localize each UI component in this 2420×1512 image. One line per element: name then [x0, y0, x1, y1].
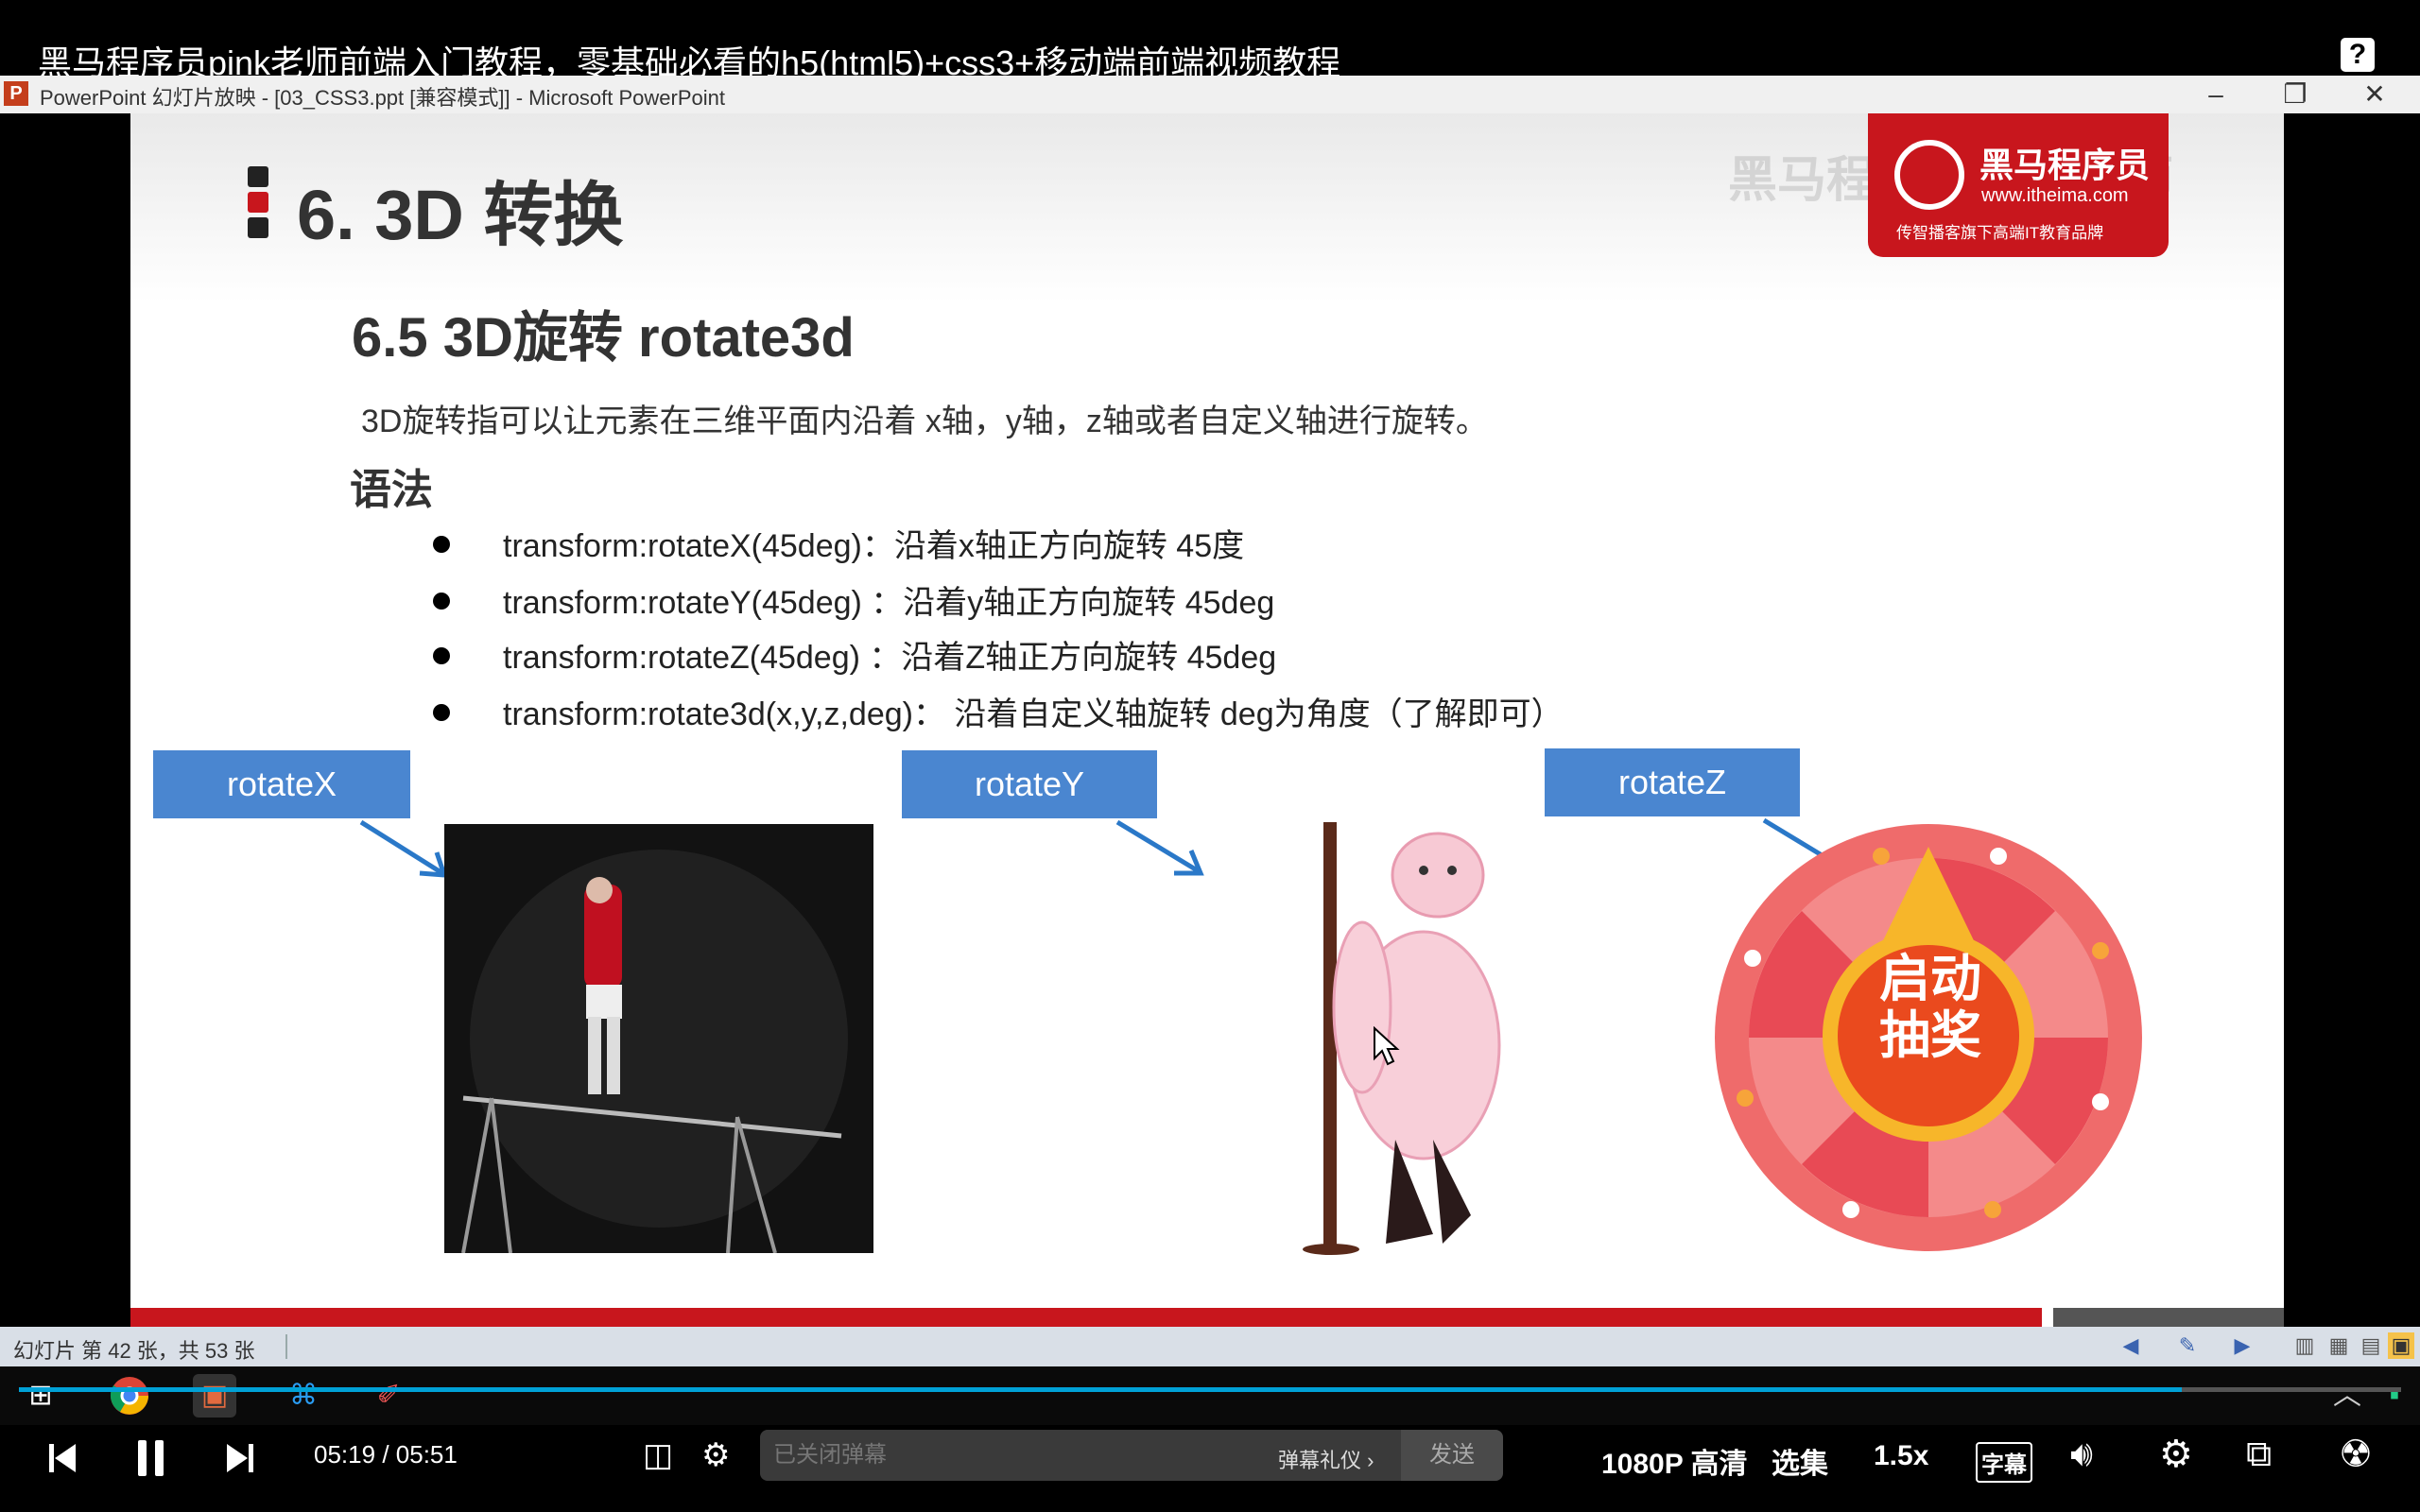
total-time: 05:51: [395, 1440, 458, 1469]
bullet-dot-icon: [433, 536, 450, 554]
notes-icon[interactable]: ✎: [2174, 1332, 2201, 1359]
subtitle-button[interactable]: 字幕: [1976, 1442, 2032, 1483]
current-time: 05:19: [314, 1440, 376, 1469]
slide-footer-dark-bar: [2053, 1308, 2284, 1327]
itheima-logo: 黑马程序员 www.itheima.com 传智播客旗下高端IT教育品牌: [1868, 113, 2169, 257]
slide-counter: 幻灯片 第 42 张，共 53 张: [13, 1339, 255, 1363]
gymnast-image: [444, 824, 873, 1253]
progress-bar[interactable]: [19, 1387, 2401, 1392]
slideshow-view-icon[interactable]: ▣: [2388, 1332, 2414, 1359]
slide-sorter-icon[interactable]: ▦: [2325, 1332, 2352, 1359]
rotatez-label-box: rotateZ: [1545, 748, 1800, 816]
status-divider: [285, 1334, 287, 1359]
heading-marker-icon: [248, 166, 268, 238]
slide-description: 3D旋转指可以让元素在三维平面内沿着 x轴，y轴，z轴或者自定义轴进行旋转。: [361, 404, 1488, 439]
mouse-cursor-icon: [1374, 1026, 1400, 1066]
progress-fill: [19, 1387, 2183, 1392]
bullet-dot-icon: [433, 704, 450, 722]
gymnast-illustration: [444, 824, 873, 1253]
help-icon[interactable]: ?: [2341, 38, 2375, 72]
ppt-titlebar: P PowerPoint 幻灯片放映 - [03_CSS3.ppt [兼容模式]…: [0, 76, 2420, 113]
syntax-title: 语法: [350, 467, 433, 513]
ppt-status-bar: 幻灯片 第 42 张，共 53 张 ◀ ✎ ▶ ▥ ▦ ▤ ▣: [0, 1327, 2420, 1366]
picture-in-picture-icon[interactable]: ⧉: [2246, 1435, 2272, 1475]
send-button[interactable]: 发送: [1401, 1430, 1503, 1481]
logo-tagline: 传智播客旗下高端IT教育品牌: [1896, 224, 2104, 242]
ppt-window-title: PowerPoint 幻灯片放映 - [03_CSS3.ppt [兼容模式]] …: [40, 86, 726, 110]
bullet-item: transform:rotateY(45deg) ：沿着y轴正方向旋转 45de…: [433, 576, 1274, 623]
previous-slide-icon[interactable]: ◀: [2118, 1332, 2144, 1359]
bullet-text: transform:rotateY(45deg) ：沿着y轴正方向旋转 45de…: [503, 585, 1275, 621]
previous-icon[interactable]: [49, 1444, 76, 1472]
player-controls: 05:19 / 05:51 ◫ ⚙ 弹幕礼仪 › 发送 1080P 高清 选集 …: [0, 1425, 2420, 1512]
bullet-text: transform:rotateZ(45deg) ：沿着Z轴正方向旋转 45de…: [503, 640, 1277, 676]
bullet-item: transform:rotateZ(45deg) ：沿着Z轴正方向旋转 45de…: [433, 631, 1276, 678]
windows-start-icon[interactable]: ⊞: [19, 1374, 62, 1418]
rotatey-label-box: rotateY: [902, 750, 1157, 818]
pause-icon[interactable]: [138, 1440, 164, 1476]
bullet-dot-icon: [433, 647, 450, 665]
lottery-wheel-label: 启动 抽奖: [1864, 951, 1996, 1064]
arrow-icon: [1115, 819, 1204, 876]
slide[interactable]: 6. 3D 转换 黑马程序员pink老师 黑马程序员 www.itheima.c…: [130, 113, 2284, 1327]
settings-gear-icon[interactable]: ⚙: [2159, 1433, 2193, 1476]
restore-icon[interactable]: ❐: [2257, 76, 2333, 113]
bullet-text: transform:rotateX(45deg)：沿着x轴正方向旋转 45度: [503, 528, 1245, 564]
wheel-text-line1: 启动: [1879, 951, 1981, 1007]
bullet-text: transform:rotate3d(x,y,z,deg)： 沿着自定义轴旋转 …: [503, 696, 1564, 732]
minimize-icon[interactable]: –: [2178, 76, 2254, 113]
tray-chevron-icon[interactable]: ︿: [2325, 1374, 2369, 1418]
slide-heading: 6. 3D 转换: [297, 176, 624, 254]
chrome-icon[interactable]: [108, 1374, 151, 1418]
itheima-logo-icon: [1894, 140, 1964, 210]
powerpoint-taskbar-icon[interactable]: ▣: [193, 1374, 236, 1418]
bullet-item: transform:rotateX(45deg)：沿着x轴正方向旋转 45度: [433, 520, 1244, 566]
bullet-dot-icon: [433, 593, 450, 610]
arrow-icon: [359, 819, 448, 878]
wheel-text-line2: 抽奖: [1879, 1007, 1981, 1064]
danmaku-toggle-icon[interactable]: ◫: [643, 1436, 673, 1474]
app-icon[interactable]: ✐: [367, 1374, 410, 1418]
volume-icon[interactable]: 🔊︎: [2070, 1435, 2093, 1475]
bullet-item: transform:rotate3d(x,y,z,deg)： 沿着自定义轴旋转 …: [433, 688, 1564, 734]
time-separator: /: [382, 1440, 389, 1469]
episodes-button[interactable]: 选集: [1772, 1440, 1828, 1482]
speed-selector[interactable]: 1.5x: [1874, 1440, 1928, 1472]
close-icon[interactable]: ✕: [2337, 76, 2412, 113]
normal-view-icon[interactable]: ▥: [2291, 1332, 2318, 1359]
vscode-icon[interactable]: ⌘: [282, 1374, 325, 1418]
slide-subheading: 6.5 3D旋转 rotate3d: [352, 307, 855, 369]
danmaku-settings-icon[interactable]: ⚙: [701, 1436, 730, 1474]
next-slide-icon[interactable]: ▶: [2229, 1332, 2256, 1359]
sheep-illustration: [1303, 822, 1501, 1255]
logo-url: www.itheima.com: [1981, 185, 2129, 206]
next-icon[interactable]: [227, 1444, 253, 1472]
slide-footer-bar: [130, 1308, 2042, 1327]
logo-name: 黑马程序员: [1979, 146, 2151, 184]
rotatex-label-box: rotateX: [153, 750, 410, 818]
quality-selector[interactable]: 1080P 高清: [1601, 1440, 1748, 1482]
time-display: 05:19 / 05:51: [314, 1440, 458, 1469]
reading-view-icon[interactable]: ▤: [2358, 1332, 2384, 1359]
powerpoint-logo-icon: P: [4, 81, 28, 106]
fullscreen-icon[interactable]: ☢: [2339, 1433, 2373, 1476]
windows-taskbar: ⊞ ▣ ⌘ ✐ ︿ ▪: [0, 1366, 2420, 1425]
danmaku-etiquette-link[interactable]: 弹幕礼仪 ›: [1278, 1444, 1374, 1474]
tray-network-icon[interactable]: ▪: [2373, 1374, 2416, 1418]
